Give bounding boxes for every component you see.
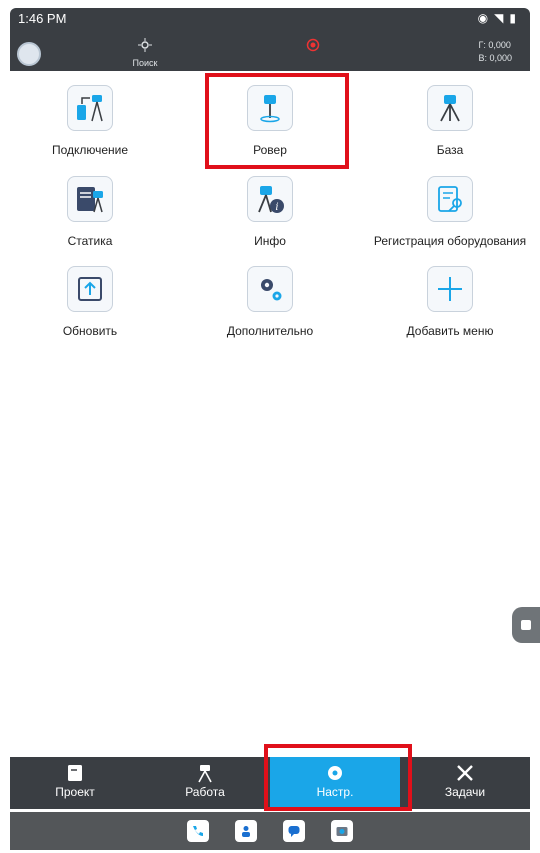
svg-text:i: i — [275, 202, 278, 213]
tile-connection[interactable]: Подключение — [0, 85, 180, 157]
location-icon: ◉ — [477, 11, 489, 25]
tile-add-menu[interactable]: Добавить меню — [360, 266, 540, 338]
work-icon — [198, 765, 212, 783]
messages-icon[interactable] — [283, 820, 305, 842]
phone-icon[interactable] — [187, 820, 209, 842]
record-icon — [306, 38, 320, 52]
connection-icon — [67, 85, 113, 131]
tab-label: Работа — [185, 785, 225, 799]
square-icon — [521, 620, 531, 630]
tools-icon — [457, 765, 473, 781]
status-icons: ◉ ◥ ▮ — [478, 11, 516, 25]
tile-registration[interactable]: Регистрация оборудования — [360, 176, 540, 248]
status-time: 1:46 PM — [18, 11, 67, 26]
settings-tab-highlight-box — [264, 744, 412, 811]
tile-label: Добавить меню — [406, 324, 494, 338]
coord-h: Г: 0,000 — [478, 40, 511, 50]
tile-advanced[interactable]: Дополнительно — [180, 266, 360, 338]
battery-icon: ▮ — [509, 11, 516, 25]
tab-label: Задачи — [444, 785, 486, 799]
search-label: Поиск — [132, 58, 158, 68]
satellite-search-icon — [138, 38, 152, 52]
tile-info[interactable]: i Инфо — [180, 176, 360, 248]
tab-label: Проект — [55, 785, 95, 799]
base-icon — [427, 85, 473, 131]
info-icon: i — [247, 176, 293, 222]
tab-tasks[interactable]: Задачи — [400, 757, 530, 809]
tile-base[interactable]: База — [360, 85, 540, 157]
floating-side-button[interactable] — [512, 607, 540, 643]
tile-label: Дополнительно — [226, 324, 314, 338]
rover-highlight-box — [205, 73, 349, 169]
coordinates-readout: Г: 0,000 В: 0,000 — [478, 39, 512, 65]
avatar[interactable] — [17, 42, 41, 66]
tile-label: Подключение — [51, 143, 129, 157]
gears-icon — [247, 266, 293, 312]
top-bar: 1:46 PM ◉ ◥ ▮ Поиск Г: 0,000 В: 0,000 — [10, 8, 530, 71]
search-button[interactable]: Поиск — [122, 38, 168, 68]
tile-label: Обновить — [62, 324, 118, 338]
tile-label: Инфо — [254, 234, 286, 248]
coord-v: В: 0,000 — [478, 53, 512, 63]
tile-label: База — [436, 143, 464, 157]
project-icon — [68, 765, 82, 781]
quick-launch-bar — [10, 812, 530, 850]
wifi-icon: ◥ — [494, 11, 504, 25]
static-icon — [67, 176, 113, 222]
update-icon — [67, 266, 113, 312]
tile-label: Статика — [67, 234, 113, 248]
tab-work[interactable]: Работа — [140, 757, 270, 809]
contacts-icon[interactable] — [235, 820, 257, 842]
camera-icon[interactable] — [331, 820, 353, 842]
tile-label: Регистрация оборудования — [373, 234, 527, 248]
screen: 1:46 PM ◉ ◥ ▮ Поиск Г: 0,000 В: 0,000 По… — [0, 0, 540, 853]
plus-icon — [427, 266, 473, 312]
tab-project[interactable]: Проект — [10, 757, 140, 809]
tile-static[interactable]: Статика — [0, 176, 180, 248]
registration-icon — [427, 176, 473, 222]
record-button[interactable] — [290, 38, 336, 57]
tile-update[interactable]: Обновить — [0, 266, 180, 338]
